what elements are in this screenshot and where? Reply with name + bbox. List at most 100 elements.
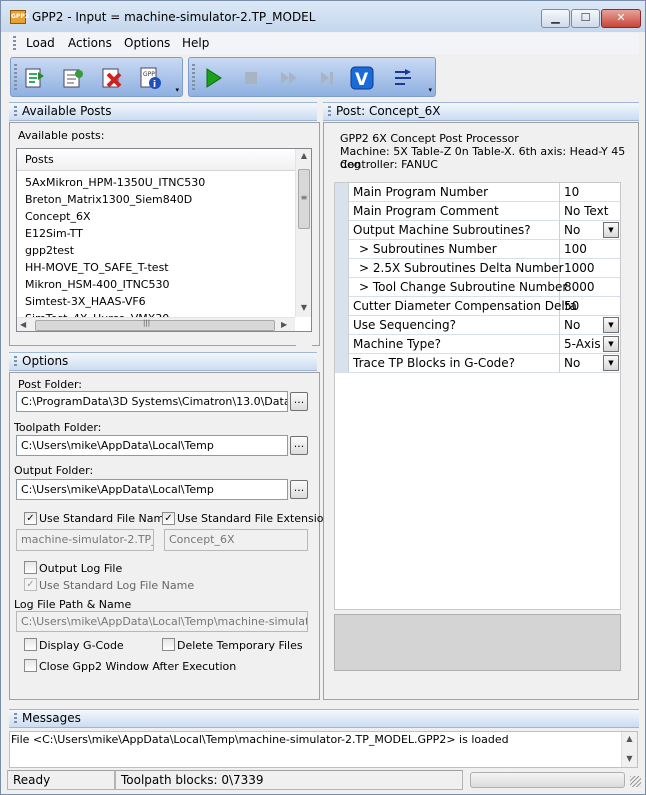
param-row[interactable]: Output Machine Subroutines? No ▼ [335,221,620,240]
message-line: File <C:\Users\mike\AppData\Local\Temp\m… [11,733,509,746]
use-std-log-checkbox: ✓ [24,578,37,591]
param-value[interactable]: 10 [561,183,620,202]
param-row[interactable]: Trace TP Blocks in G-Code? No ▼ [335,354,620,373]
param-row[interactable]: Use Sequencing? No ▼ [335,316,620,335]
param-name: Cutter Diameter Compensation Delta [348,297,577,316]
param-value[interactable]: 1000 [561,259,620,278]
toolbar-overflow-chevron[interactable]: ▾ [428,86,432,94]
delete-icon[interactable] [100,66,124,90]
list-item[interactable]: Simtest-3X_HAAS-VF6 [25,293,146,310]
step-icon[interactable] [315,66,339,90]
display-gcode-checkbox[interactable] [24,638,37,651]
progress-bar [470,772,625,788]
stop-icon[interactable] [239,66,263,90]
menu-load[interactable]: Load [26,36,55,50]
param-row[interactable]: > Tool Change Subroutine Number 8000 [335,278,620,297]
posts-listview[interactable]: Posts 5AxMikron_HPM-1350U_ITNC530 Breton… [16,148,312,332]
delete-temp-checkbox[interactable] [162,638,175,651]
close-window-checkbox[interactable] [24,659,37,672]
post-description-line1: GPP2 6X Concept Post Processor [340,132,519,145]
scroll-down-icon[interactable]: ▼ [622,754,637,763]
posts-vertical-scrollbar[interactable]: ▲ ≡ ▼ [295,149,311,317]
status-text: Ready [7,770,115,790]
list-item[interactable]: 5AxMikron_HPM-1350U_ITNC530 [25,174,205,191]
scroll-up-icon[interactable]: ▲ [296,151,311,160]
output-folder-label: Output Folder: [14,464,94,477]
param-row[interactable]: Machine Type? 5-Axis ▼ [335,335,620,354]
output-folder-input[interactable]: C:\Users\mike\AppData\Local\Temp [16,479,288,500]
output-log-checkbox[interactable] [24,561,37,574]
list-item[interactable]: Concept_6X [25,208,91,225]
panel-grip-icon[interactable] [14,356,17,368]
scroll-thumb[interactable] [35,320,275,331]
use-std-log-label: Use Standard Log File Name [39,579,195,592]
post-folder-input[interactable]: C:\ProgramData\3D Systems\Cimatron\13.0\… [16,391,288,412]
param-value[interactable]: 8000 [561,278,620,297]
minimize-button[interactable]: ▁ [541,9,570,28]
fast-forward-icon[interactable] [277,66,301,90]
run-icon[interactable] [201,66,225,90]
dropdown-arrow-icon[interactable]: ▼ [603,317,619,333]
list-item[interactable]: gpp2test [25,242,74,259]
scroll-up-icon[interactable]: ▲ [622,734,637,743]
toolpath-blocks-status: Toolpath blocks: 0\7339 [115,770,463,790]
menu-grip-icon[interactable] [13,36,16,51]
toolpath-folder-input[interactable]: C:\Users\mike\AppData\Local\Temp [16,435,288,456]
panel-grip-icon[interactable] [14,713,17,725]
std-name-field: machine-simulator-2.TP_MO [16,529,154,551]
post-title: Post: Concept_6X [336,104,441,118]
messages-title: Messages [22,711,81,725]
dropdown-arrow-icon[interactable]: ▼ [603,222,619,238]
dropdown-arrow-icon[interactable]: ▼ [603,355,619,371]
toolbar-grip-icon[interactable] [192,64,195,92]
post-info-icon[interactable]: GPP i [138,66,162,90]
close-button[interactable]: ✕ [601,9,641,28]
menu-help[interactable]: Help [182,36,209,50]
scroll-left-icon[interactable]: ◀ [20,320,26,329]
toolbar-overflow-chevron[interactable]: ▾ [175,86,179,94]
list-item[interactable]: HH-MOVE_TO_SAFE_T-test [25,259,169,276]
param-name: Main Program Comment [348,202,560,221]
param-row[interactable]: Main Program Comment No Text [335,202,620,221]
menu-options[interactable]: Options [124,36,170,50]
toolpath-folder-browse-button[interactable]: ... [290,436,308,455]
post-folder-browse-button[interactable]: ... [290,392,308,411]
load-toolpath-icon[interactable] [61,66,85,90]
param-row[interactable]: > Subroutines Number 100 [335,240,620,259]
posts-column-header[interactable]: Posts [17,149,295,171]
maximize-button[interactable]: ☐ [571,9,600,28]
menu-actions[interactable]: Actions [68,36,112,50]
panel-grip-icon[interactable] [328,106,331,118]
scroll-down-icon[interactable]: ▼ [296,303,311,312]
scroll-grip-icon: ≡ [300,193,308,202]
panel-grip-icon[interactable] [14,106,17,118]
param-value[interactable]: 100 [561,240,620,259]
output-folder-browse-button[interactable]: ... [290,480,308,499]
main-window: GPP2 GPP2 - Input = machine-simulator-2.… [0,0,646,795]
list-item[interactable]: Breton_Matrix1300_Siem840D [25,191,192,208]
dropdown-arrow-icon[interactable]: ▼ [603,336,619,352]
param-value[interactable]: No Text [561,202,620,221]
verify-icon[interactable]: V [350,66,374,90]
load-post-icon[interactable] [23,66,47,90]
param-row[interactable]: Main Program Number 10 [335,183,620,202]
param-value[interactable]: 50 [561,297,620,316]
param-row[interactable]: Cutter Diameter Compensation Delta 50 [335,297,620,316]
toolbar-grip-icon[interactable] [14,64,17,92]
scroll-right-icon[interactable]: ▶ [281,320,287,329]
param-row[interactable]: > 2.5X Subroutines Delta Number 1000 [335,259,620,278]
list-item[interactable]: Mikron_HSM-400_ITNC530 [25,276,169,293]
posts-horizontal-scrollbar[interactable]: ◀ ||| ▶ [17,317,295,331]
param-name: Output Machine Subroutines? [348,221,560,240]
messages-log[interactable]: File <C:\Users\mike\AppData\Local\Temp\m… [9,731,638,768]
resize-grip-icon[interactable] [630,776,641,787]
post-folder-label: Post Folder: [18,378,83,391]
use-std-name-checkbox[interactable]: ✓ [24,512,37,525]
log-path-label: Log File Path & Name [14,598,132,611]
use-std-ext-checkbox[interactable]: ✓ [162,512,175,525]
param-name: > Subroutines Number [348,240,560,259]
post-parameters-grid[interactable]: Main Program Number 10 Main Program Comm… [334,182,621,610]
list-item[interactable]: E12Sim-TT [25,225,83,242]
list-icon[interactable] [391,66,415,90]
messages-scrollbar[interactable]: ▲ ▼ [621,732,637,767]
